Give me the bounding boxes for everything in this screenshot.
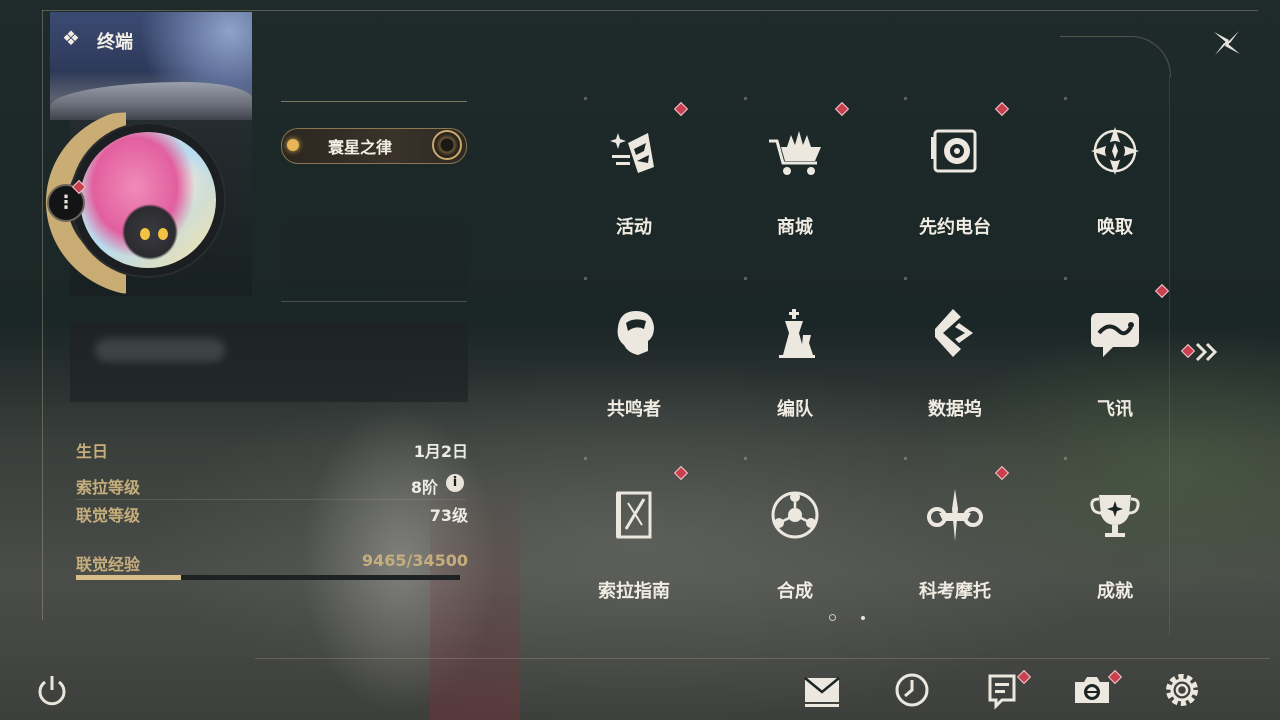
menu-item-radio[interactable]: 先约电台 <box>880 96 1030 246</box>
menu-item-shop[interactable]: 商城 <box>720 96 870 246</box>
shop-cart-icon <box>769 131 821 175</box>
camera-button[interactable] <box>1072 669 1123 710</box>
resonator-head-icon <box>617 311 654 355</box>
banner-landscape <box>50 82 252 120</box>
power-button[interactable] <box>33 672 71 710</box>
menu-item-label: 活动 <box>616 217 652 238</box>
menu-item-label: 索拉指南 <box>598 581 670 602</box>
chat-icon <box>1091 313 1139 357</box>
page-indicator-active[interactable] <box>829 614 836 621</box>
stat-value-birthday: 1月2日 <box>413 442 468 461</box>
menu-item-activity[interactable]: 活动 <box>559 96 709 246</box>
menu-item-messages[interactable]: 飞讯 <box>1040 278 1190 428</box>
radio-badge <box>994 101 1010 117</box>
orb-icon <box>432 130 462 160</box>
avatar-detail <box>140 228 150 240</box>
mail-icon <box>804 677 840 707</box>
menu-item-label: 先约电台 <box>919 217 991 238</box>
sun-icon <box>287 139 299 151</box>
exp-label: 联觉经验 <box>76 555 141 574</box>
frame-line-top <box>42 10 1258 11</box>
exp-value: 9465/34500 <box>361 551 468 570</box>
menu-item-label: 唤取 <box>1097 217 1133 238</box>
signature-text-blurred <box>95 338 225 362</box>
close-button[interactable] <box>1206 22 1248 64</box>
motorcycle-badge <box>994 465 1010 481</box>
page-title: 终端 <box>97 32 133 53</box>
settings-gear-icon <box>1166 674 1198 706</box>
trophy-icon <box>1090 495 1140 537</box>
signature-box[interactable] <box>70 322 468 402</box>
menu-item-label: 飞讯 <box>1097 399 1133 420</box>
menu-item-label: 成就 <box>1097 581 1133 602</box>
next-page-button[interactable] <box>1195 336 1219 369</box>
activity-icon <box>610 133 654 173</box>
avatar[interactable] <box>80 132 216 268</box>
guide-badge <box>673 465 689 481</box>
guide-book-icon <box>616 491 652 539</box>
menu-item-label: 数据坞 <box>928 399 982 420</box>
menu-item-resonators[interactable]: 共鸣者 <box>559 278 709 428</box>
menu-item-achievements[interactable]: 成就 <box>1040 460 1190 610</box>
mail-button[interactable] <box>802 670 846 710</box>
menu-item-motorcycle[interactable]: 科考摩托 <box>880 460 1030 610</box>
data-dock-icon <box>935 309 973 357</box>
divider <box>281 101 467 102</box>
chess-team-icon <box>779 309 815 358</box>
divider <box>281 301 467 302</box>
stat-label-union-level: 联觉等级 <box>76 506 141 525</box>
power-icon <box>38 676 66 706</box>
messages-badge <box>1154 283 1170 299</box>
menu-item-synthesis[interactable]: 合成 <box>720 460 870 610</box>
menu-item-convene[interactable]: 唤取 <box>1040 96 1190 246</box>
close-icon <box>1214 31 1240 55</box>
frame-line-left <box>42 10 43 620</box>
exp-progress-fill <box>76 575 181 580</box>
camera-icon <box>1075 677 1109 703</box>
motorcycle-icon <box>927 489 983 541</box>
divider <box>76 499 466 500</box>
stat-label-birthday: 生日 <box>76 442 109 461</box>
background-character <box>240 360 570 720</box>
terminal-diamond-icon: ❖ <box>62 26 80 50</box>
menu-item-label: 科考摩托 <box>919 581 991 602</box>
compass-star-icon <box>1091 127 1139 175</box>
page-indicator[interactable] <box>861 616 865 620</box>
shop-badge <box>834 101 850 117</box>
menu-item-label: 合成 <box>777 581 813 602</box>
title-badge-label: 寰星之律 <box>327 138 392 157</box>
stat-value-sola-level: 8阶 <box>410 478 438 497</box>
info-icon[interactable]: i <box>446 474 464 492</box>
menu-item-label: 编队 <box>777 399 813 420</box>
radio-icon <box>931 129 977 173</box>
frame-line-bottom <box>255 658 1270 659</box>
stat-value-union-level: 73级 <box>429 506 468 525</box>
menu-item-team[interactable]: 编队 <box>720 278 870 428</box>
history-button[interactable] <box>892 670 936 710</box>
clock-icon <box>895 673 929 707</box>
activity-badge <box>673 101 689 117</box>
frame-corner <box>1060 36 1171 77</box>
notice-button[interactable] <box>982 669 1032 710</box>
avatar-detail <box>158 228 168 240</box>
settings-button[interactable] <box>1162 670 1206 710</box>
double-chevron-right-icon <box>1195 342 1218 362</box>
menu-item-label: 商城 <box>777 217 813 238</box>
stat-label-sola-level: 索拉等级 <box>76 478 141 497</box>
name-area <box>281 178 467 288</box>
synthesis-icon <box>771 491 819 539</box>
menu-item-label: 共鸣者 <box>607 399 661 420</box>
menu-item-data-dock[interactable]: 数据坞 <box>880 278 1030 428</box>
menu-item-guide[interactable]: 索拉指南 <box>559 460 709 610</box>
